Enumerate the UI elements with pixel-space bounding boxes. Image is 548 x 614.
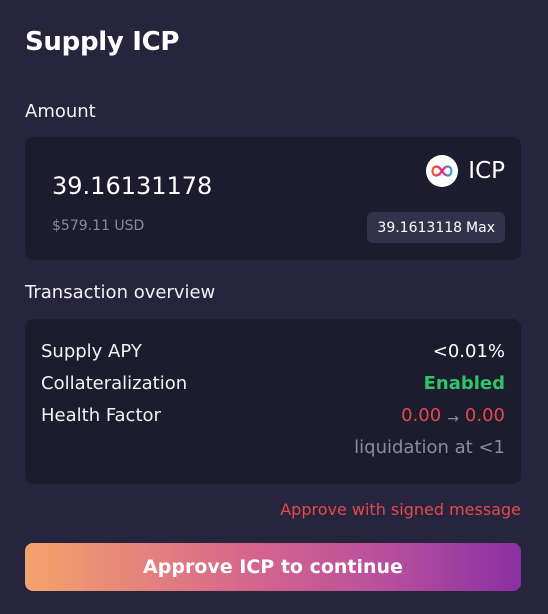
health-factor-change: 0.00 → 0.00 xyxy=(401,405,505,427)
max-balance: 39.1613118 xyxy=(377,219,463,236)
health-factor-from: 0.00 xyxy=(401,405,442,426)
amount-input[interactable]: 39.16131178 xyxy=(52,172,212,200)
max-button[interactable]: 39.1613118 Max xyxy=(367,212,505,243)
overview-row-health-factor: Health Factor 0.00 → 0.00 xyxy=(41,405,505,427)
supply-apy-value: <0.01% xyxy=(432,341,505,362)
row-label: Collateralization xyxy=(41,373,188,394)
dialog-title: Supply ICP xyxy=(25,27,180,57)
icp-infinity-icon xyxy=(426,155,459,187)
health-factor-to: 0.00 xyxy=(464,405,505,426)
overview-row-supply-apy: Supply APY <0.01% xyxy=(41,341,505,362)
token-symbol: ICP xyxy=(468,158,505,184)
liquidation-note: liquidation at <1 xyxy=(354,437,505,458)
transaction-overview-label: Transaction overview xyxy=(25,282,216,303)
amount-input-panel[interactable]: 39.16131178 $579.11 USD ICP 39.1613118 M… xyxy=(25,137,521,260)
max-label: Max xyxy=(466,219,495,236)
row-label: Health Factor xyxy=(41,405,161,426)
token-selector: ICP xyxy=(426,155,505,187)
row-label: Supply APY xyxy=(41,341,142,362)
arrow-right-icon: → xyxy=(447,411,459,427)
amount-usd-value: $579.11 USD xyxy=(52,218,145,234)
amount-label: Amount xyxy=(25,101,96,122)
approve-with-signed-message-link[interactable]: Approve with signed message xyxy=(280,500,521,519)
collateralization-status: Enabled xyxy=(423,373,505,394)
approve-button[interactable]: Approve ICP to continue xyxy=(25,543,521,591)
overview-row-collateralization: Collateralization Enabled xyxy=(41,373,505,394)
transaction-overview-panel: Supply APY <0.01% Collateralization Enab… xyxy=(25,319,521,484)
